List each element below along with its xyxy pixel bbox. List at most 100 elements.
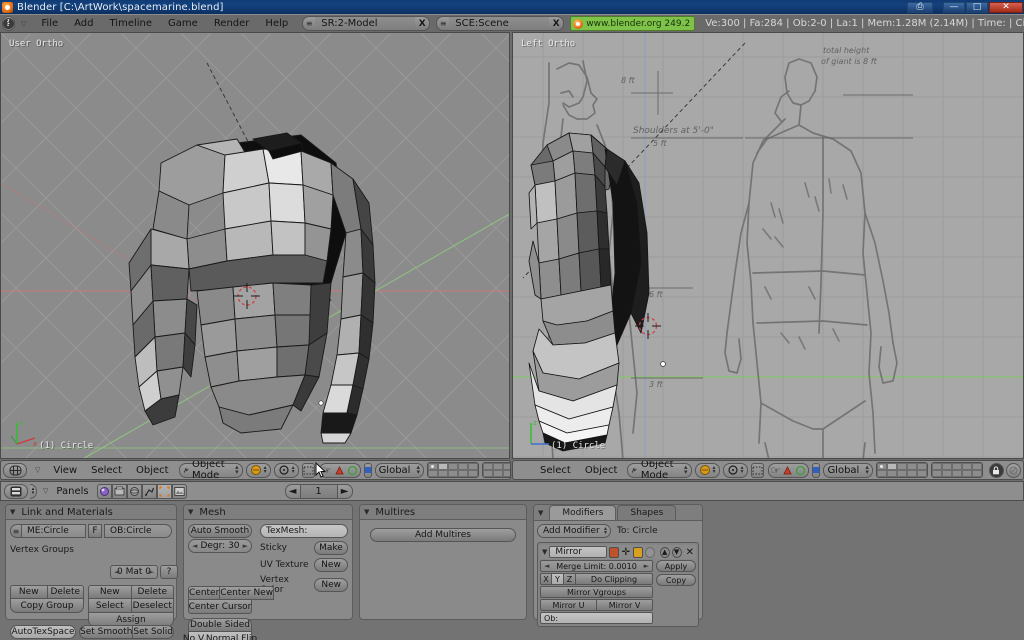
layer-cell[interactable] [482, 463, 493, 470]
layer-cell[interactable] [906, 463, 917, 470]
layer-cell[interactable] [427, 463, 438, 470]
auto-tex-space-button[interactable]: AutoTexSpace [10, 625, 77, 639]
context-scene-icon[interactable] [171, 483, 187, 499]
mirror-u-button[interactable]: Mirror U [540, 599, 597, 611]
material-index-field[interactable]: ◄ 0 Mat 0 ► [110, 565, 158, 579]
viewport-left-layers[interactable] [426, 462, 510, 478]
material-select-button[interactable]: Select [88, 599, 132, 613]
center-new-button[interactable]: Center New [220, 586, 275, 600]
panel-link-and-materials-title[interactable]: ▼ Link and Materials [6, 505, 176, 520]
restore-extra-button[interactable]: ⎙ [907, 1, 933, 13]
set-smooth-button[interactable]: Set Smooth [79, 625, 134, 639]
layer-cell[interactable] [482, 470, 493, 477]
realtime-toggle-icon[interactable]: ✛ [621, 547, 631, 558]
viewport-left-manipulators[interactable]: ☞ [318, 462, 361, 478]
scene-delete-button[interactable]: X [549, 16, 565, 31]
viewport-3d-left[interactable]: User Ortho (1) Circle z x [0, 32, 510, 459]
buttons-header-collapse-icon[interactable]: ▽ [43, 487, 48, 495]
layer-cell[interactable] [941, 463, 952, 470]
panel-multires-title[interactable]: ▼ Multires [360, 505, 526, 520]
material-prev-icon[interactable]: ◄ [114, 568, 119, 576]
viewport-left-collapse-icon[interactable]: ▽ [35, 466, 40, 474]
modifier-copy-button[interactable]: Copy [656, 574, 696, 586]
material-help-button[interactable]: ? [160, 565, 178, 579]
viewport-left-menu-select[interactable]: Select [84, 461, 129, 479]
screen-delete-button[interactable]: X [415, 16, 431, 31]
viewport-right-menu-select[interactable]: Select [533, 461, 578, 479]
viewport-right-lock-icon[interactable] [988, 462, 1004, 478]
material-delete-button[interactable]: Delete [131, 585, 174, 599]
menu-game[interactable]: Game [160, 15, 206, 33]
maximize-button[interactable]: □ [966, 1, 988, 13]
context-constraints-icon[interactable] [141, 483, 157, 499]
menu-file[interactable]: File [33, 15, 66, 33]
viewport-left-manipulator-color[interactable] [363, 462, 372, 478]
modifier-name-field[interactable]: Mirror [549, 546, 607, 558]
viewport-left-draw-type[interactable]: ▴ ▾ [245, 462, 271, 478]
add-multires-button[interactable]: Add Multires [370, 528, 516, 542]
mirror-axis-x-button[interactable]: X [540, 573, 552, 585]
object-name-field[interactable]: OB:Circle [104, 524, 172, 538]
set-solid-button[interactable]: Set Solid [133, 625, 174, 639]
move-down-icon[interactable]: ▼ [671, 546, 682, 558]
context-editing-icon[interactable] [156, 483, 172, 499]
viewport-right-orientation[interactable]: Global ▴ ▾ [823, 462, 873, 478]
viewport-right-mode-select[interactable]: Object Mode ▴ ▾ [627, 461, 692, 479]
viewport-right-manipulators[interactable]: ☞ [767, 462, 810, 478]
viewport-left-menu-view[interactable]: View [46, 461, 84, 479]
no-v-normal-flip-button[interactable]: No V.Normal Flip [183, 632, 257, 640]
auto-smooth-degr-field[interactable]: ◄ Degr: 30 ► [188, 539, 252, 553]
viewport-right-manipulator-color[interactable] [812, 462, 821, 478]
hand-translate-icon[interactable]: ☞ [322, 465, 332, 476]
add-modifier-dropdown[interactable]: Add Modifier ▴ ▾ [537, 524, 611, 538]
degr-prev-icon[interactable]: ◄ [192, 542, 197, 550]
layer-cell[interactable] [886, 463, 897, 470]
layer-cell[interactable] [941, 470, 952, 477]
window-type-3d-view-icon[interactable] [3, 462, 27, 478]
layer-cell[interactable] [467, 470, 478, 477]
screen-browse-icon[interactable]: ≡ [302, 16, 316, 31]
frame-value[interactable]: 1 [300, 483, 337, 499]
frame-prev-button[interactable]: ◄ [284, 483, 301, 499]
vertex-color-new-button[interactable]: New [314, 578, 348, 592]
material-deselect-button[interactable]: Deselect [131, 599, 174, 613]
layer-cell[interactable] [961, 470, 972, 477]
merge-limit-next-icon[interactable]: ► [644, 562, 649, 570]
modifier-apply-button[interactable]: Apply [656, 560, 696, 572]
viewport-3d-right[interactable]: Shoulders at 5'-0" 5 ft total height of … [512, 32, 1024, 459]
viewport-left-pivot[interactable]: ▴ ▾ [273, 462, 299, 478]
layer-cell[interactable] [971, 463, 982, 470]
layer-cell[interactable] [427, 470, 438, 477]
layer-cell[interactable] [896, 463, 907, 470]
hand-translate-icon[interactable]: ☞ [771, 465, 781, 476]
degr-next-icon[interactable]: ► [243, 542, 248, 550]
layer-cell[interactable] [876, 463, 887, 470]
editmode-toggle-icon[interactable] [632, 546, 643, 558]
cage-toggle-icon[interactable] [644, 546, 655, 558]
center-cursor-button[interactable]: Center Cursor [188, 600, 252, 614]
layer-cell[interactable] [916, 463, 927, 470]
scene-browse-icon[interactable]: ≡ [436, 16, 450, 31]
layer-cell[interactable] [502, 463, 510, 470]
viewport-left-orientation[interactable]: Global ▴ ▾ [374, 462, 424, 478]
layer-cell[interactable] [447, 463, 458, 470]
screen-field[interactable]: SR:2-Model [315, 16, 416, 31]
mesh-browse-icon[interactable]: ≡ [10, 524, 21, 538]
move-up-icon[interactable]: ▲ [659, 546, 670, 558]
do-clipping-button[interactable]: Do Clipping [576, 573, 653, 585]
mirror-vgroups-button[interactable]: Mirror Vgroups [540, 586, 653, 598]
layer-cell[interactable] [876, 470, 887, 477]
menu-render[interactable]: Render [206, 15, 258, 33]
layer-cell[interactable] [931, 470, 942, 477]
viewport-right-pivot[interactable]: ▴ ▾ [722, 462, 748, 478]
layer-cell[interactable] [951, 470, 962, 477]
tab-shapes[interactable]: Shapes [617, 505, 677, 520]
menu-help[interactable]: Help [257, 15, 296, 33]
window-type-buttons-icon[interactable] [4, 483, 28, 499]
layer-cell[interactable] [886, 470, 897, 477]
mesh-name-field[interactable]: ME:Circle [21, 524, 86, 538]
viewport-left-mode-select[interactable]: Object Mode ▴ ▾ [178, 461, 243, 479]
material-new-button[interactable]: New [88, 585, 132, 599]
uv-texture-new-button[interactable]: New [314, 558, 348, 572]
layer-cell[interactable] [961, 463, 972, 470]
